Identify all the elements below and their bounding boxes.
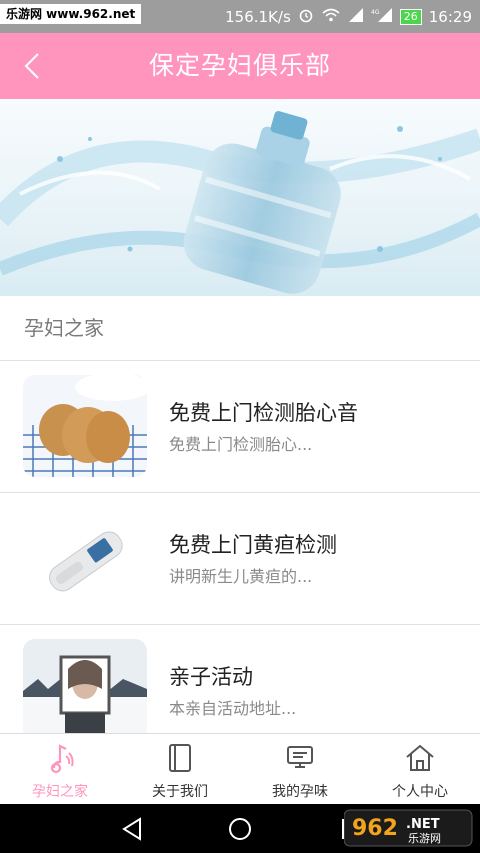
962-logo-image: 962 .NET 乐游网 [343, 809, 473, 847]
battery-indicator: 26 [399, 8, 422, 25]
tab-label: 我的孕味 [272, 784, 328, 800]
bilirubin-meter-image [23, 507, 147, 609]
clock: 16:29 [428, 7, 472, 26]
item-subtitle: 免费上门检测胎心... [169, 435, 313, 454]
tab-pregnancy-home[interactable]: 孕妇之家 [0, 734, 120, 804]
item-thumbnail [23, 375, 147, 477]
svg-text:4G: 4G [371, 9, 380, 16]
item-subtitle: 讲明新生儿黄疸的... [169, 567, 313, 586]
item-subtitle: 本亲自活动地址... [169, 699, 297, 718]
chevron-left-icon [24, 53, 39, 79]
signal-icon [348, 7, 364, 27]
962-watermark-logo: 962 .NET 乐游网 [343, 808, 474, 848]
bottom-tab-bar: 孕妇之家 关于我们 我的孕味 个人中心 [0, 733, 480, 804]
svg-text:962: 962 [352, 816, 398, 841]
banner-image[interactable] [0, 99, 480, 296]
item-title: 亲子活动 [169, 665, 253, 689]
item-thumbnail [23, 639, 147, 741]
signal-4g-icon: 4G [371, 7, 393, 27]
status-right: 156.1K/s 4G 26 16:29 [225, 0, 472, 33]
water-bottle-illustration [0, 111, 480, 294]
item-title: 免费上门检测胎心音 [169, 401, 358, 425]
tv-icon [287, 746, 313, 768]
item-thumbnail [23, 507, 147, 609]
app-header: 保定孕妇俱乐部 [0, 33, 480, 99]
tab-about-us[interactable]: 关于我们 [120, 734, 240, 804]
watermark-text: 乐游网 www.962.net [0, 4, 142, 24]
tab-label: 孕妇之家 [32, 784, 88, 800]
winter-portrait-image [23, 639, 147, 741]
tab-label: 个人中心 [392, 784, 448, 800]
svg-text:乐游网: 乐游网 [408, 832, 441, 845]
alarm-icon [298, 7, 314, 27]
book-icon [169, 744, 191, 772]
section-title: 孕妇之家 [24, 316, 104, 340]
wifi-icon [321, 7, 341, 27]
nav-back-icon[interactable] [120, 816, 144, 842]
music-note-icon [50, 744, 74, 774]
tab-personal-center[interactable]: 个人中心 [360, 734, 480, 804]
back-button[interactable] [18, 49, 52, 83]
tab-label: 关于我们 [152, 784, 208, 800]
page-title: 保定孕妇俱乐部 [148, 51, 331, 80]
nav-home-icon[interactable] [227, 816, 253, 842]
svg-text:.NET: .NET [406, 817, 440, 832]
item-title: 免费上门黄疸检测 [169, 533, 337, 557]
status-bar: 乐游网 www.962.net 156.1K/s 4G 26 16:29 [0, 0, 480, 33]
list-item[interactable]: 免费上门黄疸检测 讲明新生儿黄疸的... [0, 493, 480, 625]
home-icon [406, 744, 434, 771]
cookies-image [23, 375, 147, 477]
tab-my-pregnancy[interactable]: 我的孕味 [240, 734, 360, 804]
list-item[interactable]: 免费上门检测胎心音 免费上门检测胎心... [0, 361, 480, 493]
network-speed: 156.1K/s [225, 7, 291, 26]
